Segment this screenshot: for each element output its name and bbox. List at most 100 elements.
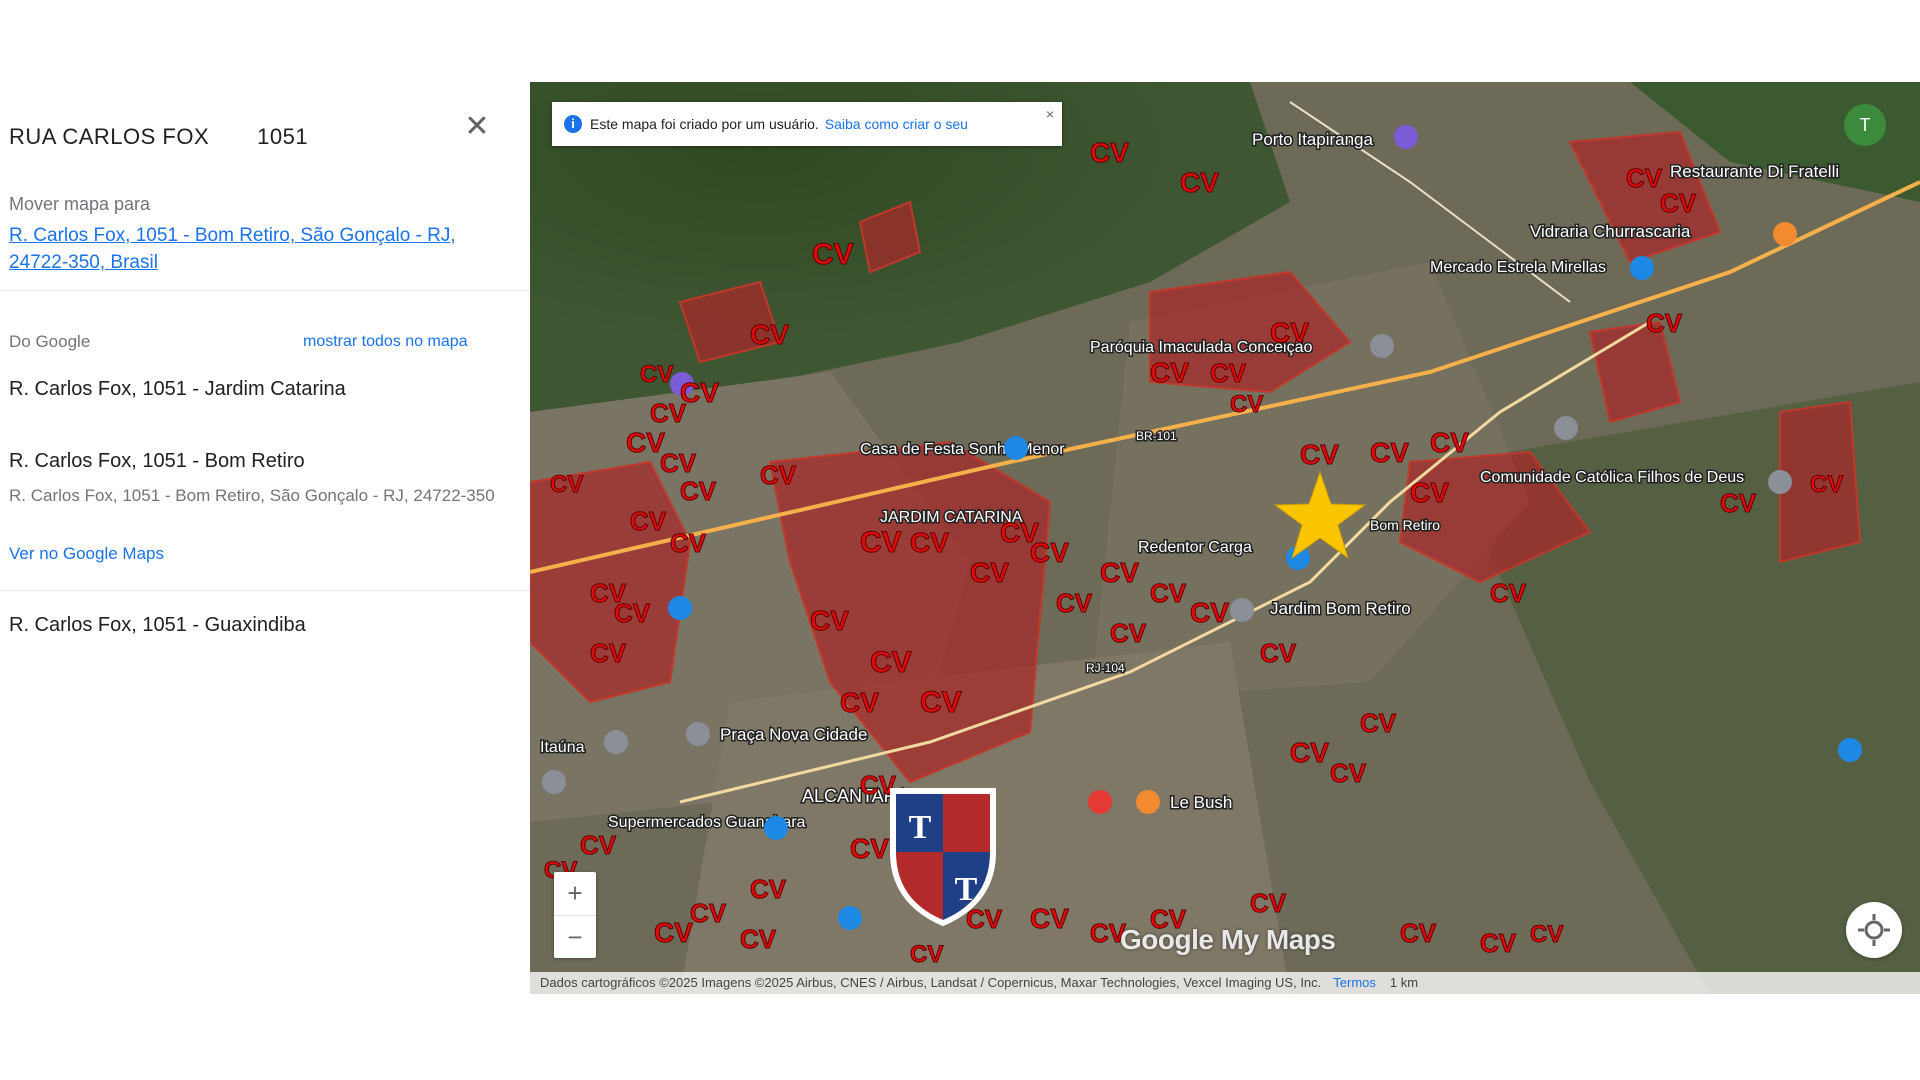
scale-label: 1 km	[1389, 975, 1419, 990]
cv-marker: CV	[1400, 918, 1437, 948]
zoom-out-button[interactable]: −	[554, 916, 596, 959]
church-pin-icon[interactable]	[1768, 470, 1792, 494]
info-icon: i	[564, 115, 582, 133]
source-label: Do Google	[9, 332, 91, 351]
result-jardim-catarina[interactable]: R. Carlos Fox, 1051 - Jardim Catarina	[9, 378, 346, 401]
label-bom-retiro: Bom Retiro	[1370, 517, 1440, 533]
divider	[0, 290, 530, 291]
view-on-google-maps-link[interactable]: Ver no Google Maps	[9, 544, 164, 564]
cv-marker: CV	[1030, 903, 1069, 934]
zoom-control: + −	[554, 872, 596, 958]
restaurant-pin-icon[interactable]	[1773, 222, 1797, 246]
cv-marker: CV	[910, 527, 949, 558]
map-view[interactable]: Porto Itapiranga Restaurante Di Fratelli…	[530, 82, 1920, 994]
cv-marker: CV	[670, 528, 707, 558]
banner-learn-link[interactable]: Saiba como criar o seu	[825, 116, 968, 132]
shopping-pin-icon[interactable]	[764, 816, 788, 840]
panel-title: RUA CARLOS FOX 1051	[9, 124, 308, 150]
cv-marker: CV	[760, 460, 797, 490]
show-all-on-map-link[interactable]: mostrar todos no mapa	[303, 333, 468, 351]
cv-marker: CV	[640, 361, 673, 388]
cv-marker: CV	[1660, 188, 1697, 218]
shopping-pin-icon[interactable]	[1838, 738, 1862, 762]
cv-marker: CV	[750, 874, 787, 904]
cv-marker: CV	[1626, 163, 1663, 193]
cv-marker: CV	[1260, 638, 1297, 668]
cv-marker: CV	[970, 557, 1009, 588]
cv-marker: CV	[550, 471, 583, 498]
church-pin-icon[interactable]	[1554, 416, 1578, 440]
label-rj104: RJ-104	[1086, 661, 1125, 675]
label-comunidade: Comunidade Católica Filhos de Deus	[1480, 469, 1744, 486]
cv-marker: CV	[1480, 928, 1517, 958]
church-pin-icon[interactable]	[1370, 334, 1394, 358]
label-praca: Praça Nova Cidade	[720, 725, 867, 744]
result-bom-retiro-address: R. Carlos Fox, 1051 - Bom Retiro, São Go…	[9, 486, 495, 505]
label-vidraria: Vidraria Churrascaria	[1530, 222, 1691, 241]
cv-marker: CV	[1100, 557, 1139, 588]
cv-marker: CV	[1530, 921, 1563, 948]
cv-marker: CV	[810, 605, 849, 636]
cv-marker: CV	[860, 526, 902, 559]
user-avatar[interactable]: T	[1844, 104, 1886, 146]
store-pin-icon[interactable]	[1630, 256, 1654, 280]
cv-marker: CV	[1430, 427, 1469, 458]
label-porto: Porto Itapiranga	[1252, 130, 1374, 149]
locate-icon	[1858, 914, 1890, 946]
cv-marker: CV	[660, 448, 697, 478]
label-restaurante: Restaurante Di Fratelli	[1670, 162, 1839, 181]
my-location-button[interactable]	[1846, 902, 1902, 958]
label-casa-de-festa: Casa de Festa Sonho Menor	[860, 441, 1065, 458]
place-pin-icon[interactable]	[686, 722, 710, 746]
cv-marker: CV	[1110, 618, 1147, 648]
cv-marker: CV	[690, 898, 727, 928]
cv-marker: CV	[1056, 588, 1093, 618]
terms-link[interactable]: Termos	[1333, 975, 1376, 990]
pin-icon[interactable]	[1394, 125, 1418, 149]
zoom-in-button[interactable]: +	[554, 872, 596, 915]
cv-marker: CV	[1000, 517, 1039, 548]
cv-marker: CV	[654, 917, 693, 948]
banner-close-icon[interactable]: ×	[1046, 106, 1054, 122]
move-map-address-link[interactable]: R. Carlos Fox, 1051 - Bom Retiro, São Go…	[9, 222, 519, 276]
cv-marker: CV	[1810, 471, 1843, 498]
satellite-map[interactable]: Porto Itapiranga Restaurante Di Fratelli…	[530, 82, 1920, 994]
cv-marker: CV	[1720, 488, 1757, 518]
label-bom-retiro-school: Jardim Bom Retiro	[1270, 599, 1411, 618]
store-pin-icon[interactable]	[1004, 436, 1028, 460]
cv-marker: CV	[1410, 477, 1449, 508]
user-map-banner: i Este mapa foi criado por um usuário. S…	[552, 102, 1062, 146]
attribution-text: Dados cartográficos ©2025 Imagens ©2025 …	[540, 975, 1322, 990]
label-mercado: Mercado Estrela Mirellas	[1430, 259, 1606, 276]
logo-letter: T	[955, 871, 978, 908]
hospital-pin-icon[interactable]	[1088, 790, 1112, 814]
cv-marker: CV	[1370, 437, 1409, 468]
school-pin-icon[interactable]	[1230, 598, 1254, 622]
cv-marker: CV	[850, 833, 889, 864]
logo-letter: T	[909, 809, 932, 846]
cv-marker: CV	[1150, 578, 1187, 608]
place-pin-icon[interactable]	[542, 770, 566, 794]
banner-message: Este mapa foi criado por um usuário.	[590, 116, 819, 132]
place-pin-icon[interactable]	[604, 730, 628, 754]
cv-marker: CV	[1270, 317, 1309, 348]
cv-marker: CV	[1190, 597, 1229, 628]
cv-marker: CV	[1250, 888, 1287, 918]
close-icon[interactable]: ✕	[462, 112, 492, 142]
result-guaxindiba[interactable]: R. Carlos Fox, 1051 - Guaxindiba	[9, 614, 306, 637]
cv-marker: CV	[1210, 358, 1247, 388]
cv-marker: CV	[750, 319, 789, 350]
cv-marker: CV	[1300, 439, 1339, 470]
restaurant-pin-icon[interactable]	[1136, 790, 1160, 814]
label-lebush: Le Bush	[1170, 793, 1232, 812]
cv-marker: CV	[1490, 578, 1527, 608]
cv-marker: CV	[1360, 708, 1397, 738]
cv-marker: CV	[920, 686, 962, 719]
shopping-pin-icon[interactable]	[668, 596, 692, 620]
cv-marker: CV	[1180, 167, 1219, 198]
cv-marker: CV	[680, 476, 717, 506]
result-bom-retiro[interactable]: R. Carlos Fox, 1051 - Bom Retiro	[9, 450, 305, 473]
shopping-pin-icon[interactable]	[838, 906, 862, 930]
cv-marker: CV	[1150, 357, 1189, 388]
panel-title-street: RUA CARLOS FOX	[9, 124, 210, 149]
